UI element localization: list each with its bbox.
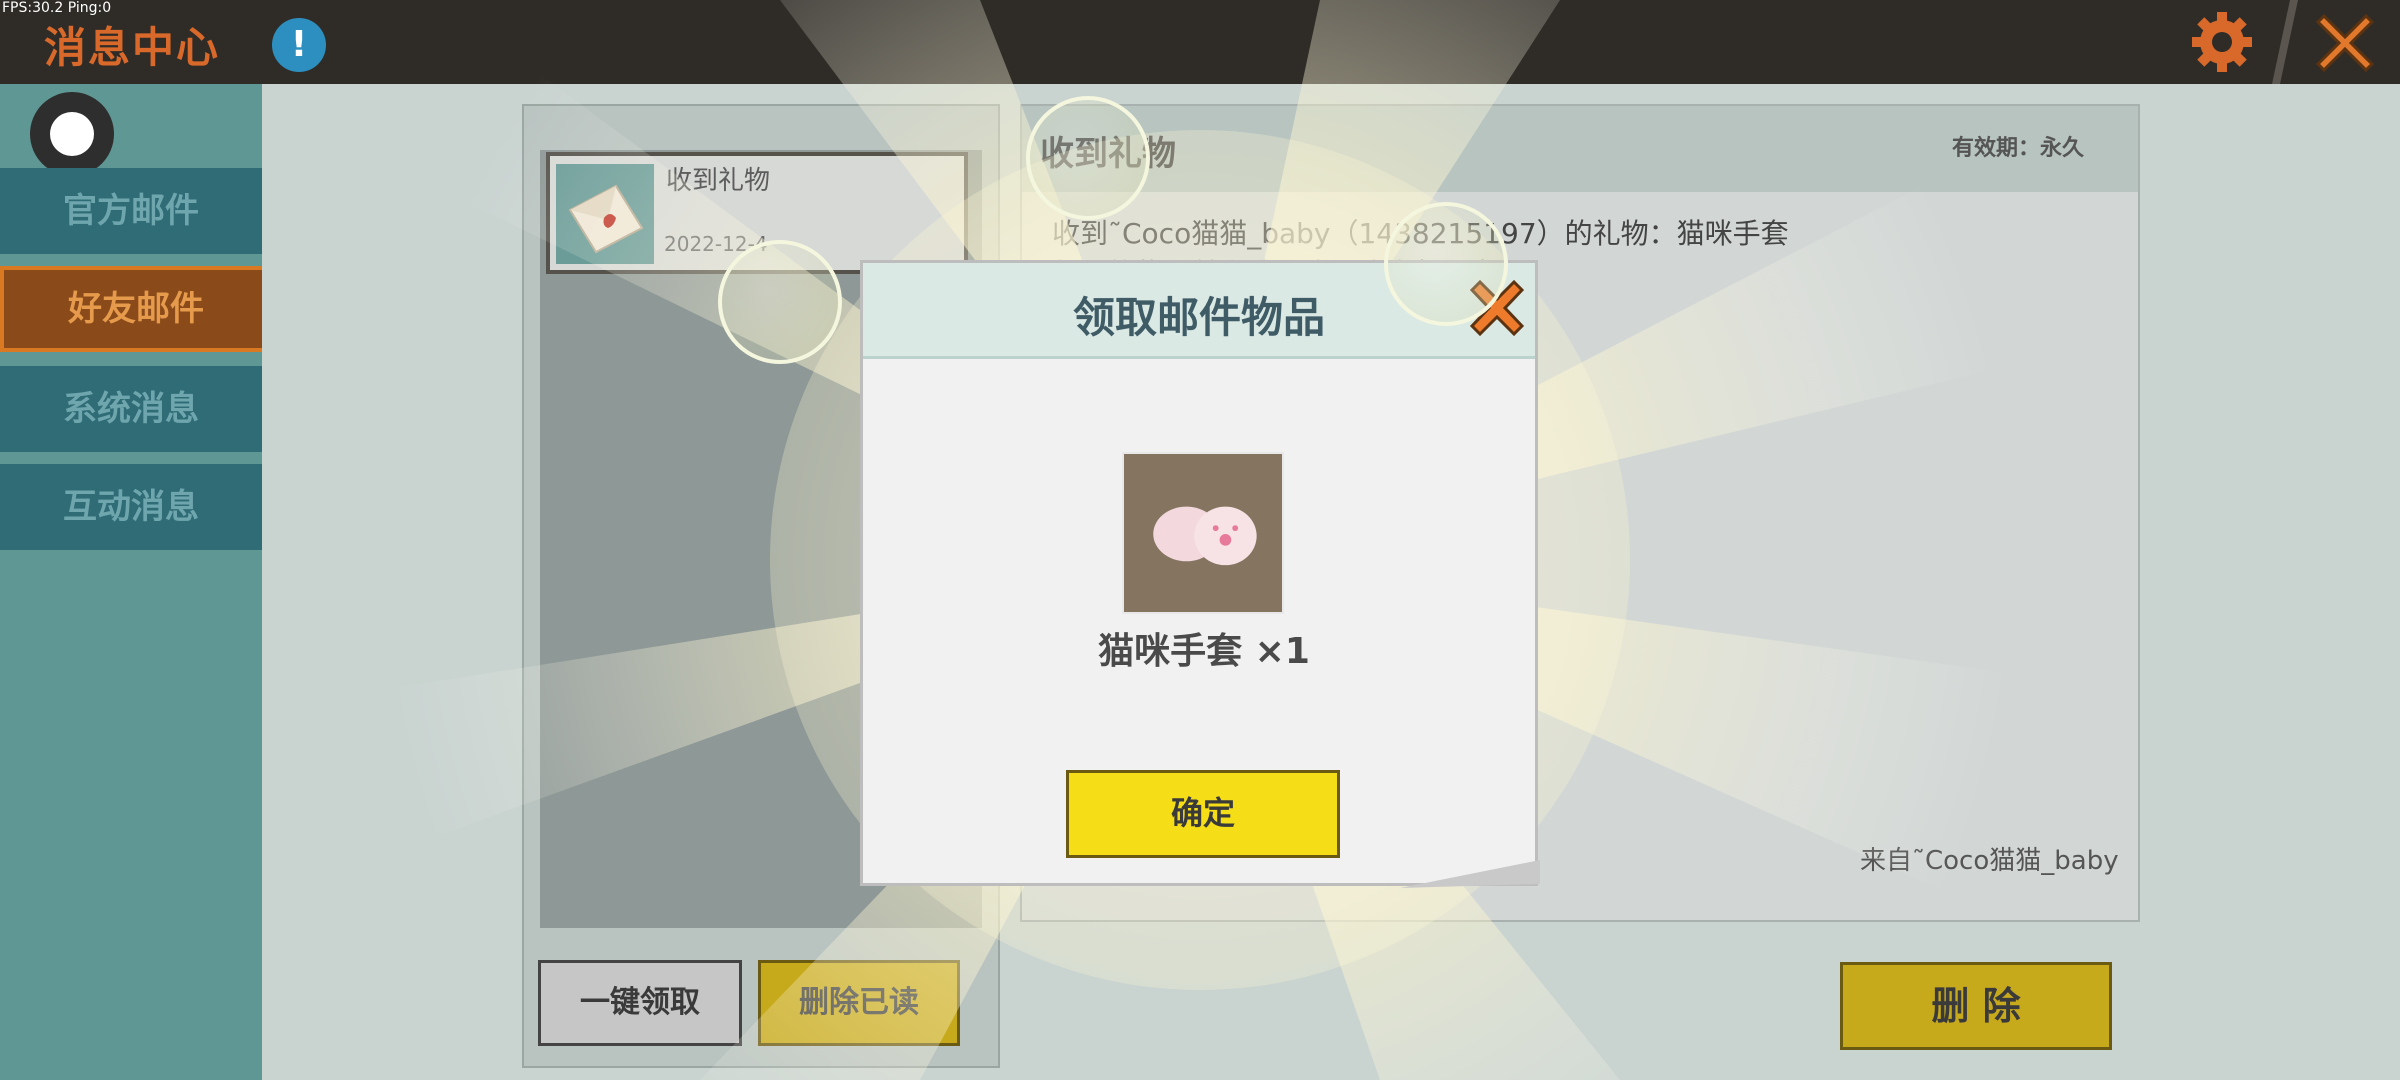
gear-icon[interactable] [2188,8,2256,76]
sidebar-item-interaction-messages[interactable]: 互动消息 [0,464,262,550]
delete-read-button[interactable]: 删除已读 [758,960,960,1046]
cat-gloves-item-icon [1122,452,1284,614]
top-bar [0,0,2400,84]
envelope-icon [556,164,654,264]
info-icon[interactable]: ! [272,18,326,72]
bubble-effect [1026,96,1150,220]
avatar[interactable] [30,92,114,176]
confirm-button[interactable]: 确定 [1066,770,1340,858]
mail-item-title: 收到礼物 [666,166,771,196]
sidebar-item-friend-mail[interactable]: 好友邮件 [0,266,272,352]
close-icon[interactable] [2310,8,2380,78]
delete-button[interactable]: 删 除 [1840,962,2112,1050]
mail-sender: 来自˜Coco猫猫_baby [1860,846,2119,876]
page-title: 消息中心 [44,23,221,72]
bubble-effect [718,240,842,364]
claim-all-button[interactable]: 一键领取 [538,960,742,1046]
reward-item-label: 猫咪手套 ×1 [1098,631,1310,672]
sidebar-item-official-mail[interactable]: 官方邮件 [0,168,262,254]
sidebar-item-system-messages[interactable]: 系统消息 [0,366,262,452]
divider [2272,0,2298,84]
bubble-effect [1384,202,1508,326]
mail-expiry: 有效期：永久 [1952,136,2085,161]
page-curl-decoration [1400,860,1540,888]
